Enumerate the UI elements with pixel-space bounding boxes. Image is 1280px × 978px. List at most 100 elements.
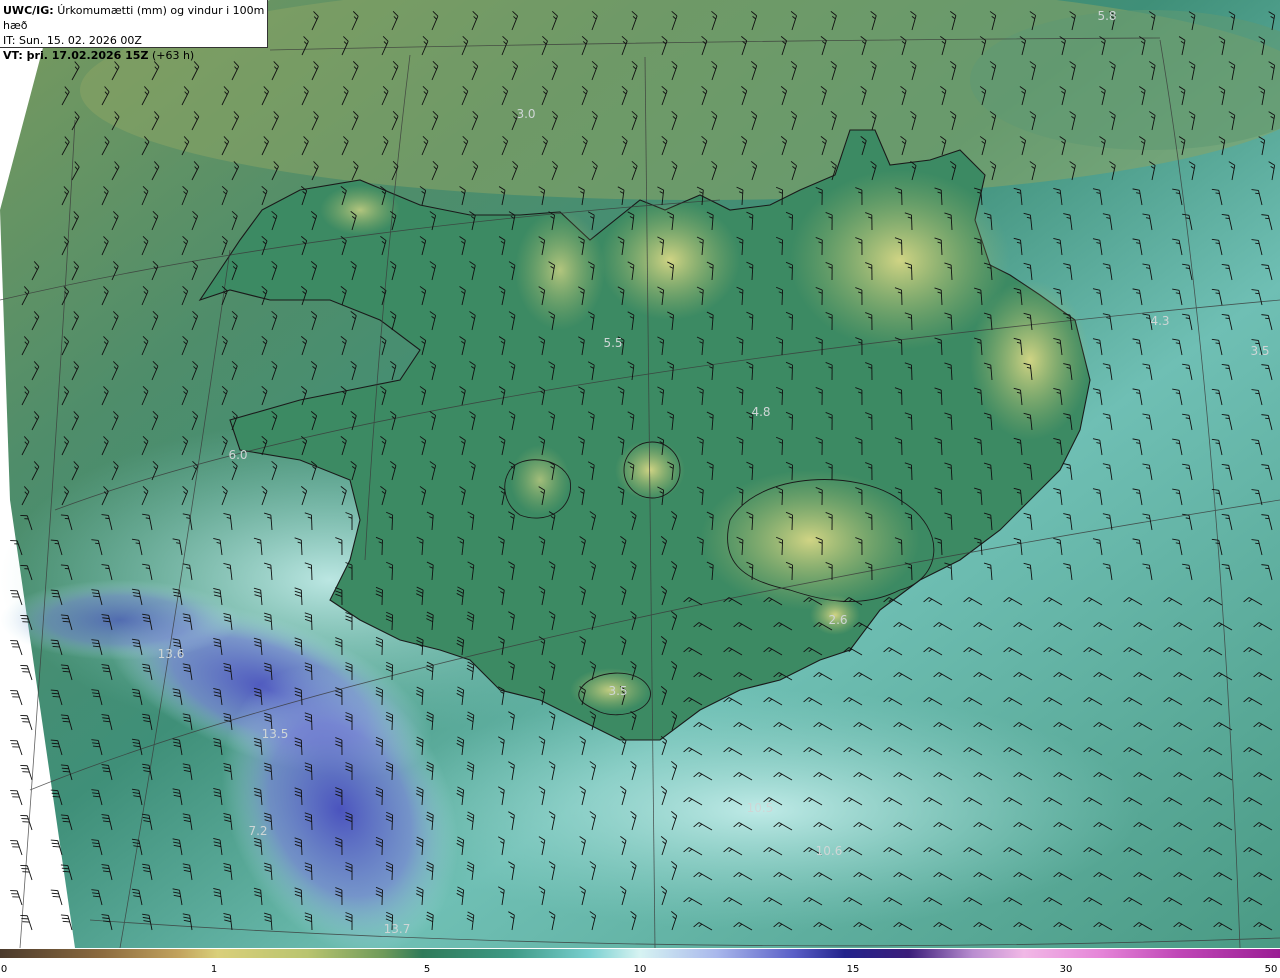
wind-barb-feather (1225, 217, 1230, 220)
wind-barb-feather (61, 867, 69, 870)
highland-north (600, 200, 740, 320)
wind-barb-shaft (16, 690, 23, 706)
wind-barb-feather (1225, 317, 1230, 320)
map-label: 6.0 (228, 448, 248, 462)
valid-time-line: VT: þri. 17.02.2026 15Z (+63 h) (3, 48, 267, 63)
wind-barb-shaft (911, 264, 913, 281)
wind-barb-feather (1215, 342, 1220, 345)
wind-barb-shaft (310, 714, 313, 731)
wind-barb-shaft (911, 414, 913, 431)
wind-barb-feather (50, 739, 58, 742)
map-label: 5.5 (603, 336, 623, 350)
glacier-vatnajokull (700, 470, 920, 610)
wind-barb-feather (62, 820, 70, 823)
wind-barb-feather (51, 642, 59, 645)
wind-barb-shaft (911, 314, 913, 331)
wind-barb-feather (62, 920, 70, 923)
wind-barb-feather (1215, 442, 1220, 445)
colorbar: 0 1 5 10 15 30 50 (0, 948, 1280, 978)
highland-west (515, 210, 605, 330)
wind-barb-shaft (16, 640, 23, 656)
wind-barb-shaft (16, 840, 23, 856)
wind-barb-shaft (911, 214, 913, 231)
wind-barb-feather (62, 720, 70, 723)
wind-barb-feather (135, 542, 140, 544)
map-label: 10.5 (746, 801, 774, 815)
wind-barb-feather (61, 667, 69, 670)
wind-barb-feather (52, 745, 60, 748)
colorbar-tick: 0 (0, 964, 8, 975)
wind-barb-feather (60, 714, 68, 717)
wind-barb-feather (60, 614, 68, 617)
wind-barb-shaft (791, 214, 793, 231)
wind-barb-shaft (16, 740, 23, 756)
map-label: 5.8 (1097, 9, 1117, 23)
wind-barb-shaft (791, 514, 793, 531)
wind-barb-shaft (791, 264, 793, 281)
map-label: 7.2 (248, 824, 268, 838)
wind-barb-feather (50, 789, 58, 792)
map-canvas (0, 0, 1280, 948)
wind-barb-feather (52, 595, 60, 598)
wind-barb-feather (51, 892, 59, 895)
wind-barb-feather (61, 817, 69, 820)
wind-barb-feather (50, 839, 58, 842)
wind-barb-feather (52, 895, 60, 898)
wind-barb-shaft (781, 339, 784, 356)
map-label: 13.5 (261, 727, 289, 741)
wind-barb-feather (52, 645, 60, 648)
map-label: 13.6 (157, 647, 185, 661)
wind-barb-feather (52, 845, 60, 848)
wind-barb-shaft (791, 564, 793, 581)
wind-barb-shaft (781, 489, 784, 506)
wind-barb-shaft (781, 289, 784, 306)
wind-barb-feather (52, 695, 60, 698)
wind-barb-feather (60, 864, 68, 867)
wind-barb-feather (1225, 517, 1230, 520)
wind-barb-shaft (781, 239, 784, 256)
wind-barb-shaft (26, 715, 33, 731)
wind-barb-shaft (310, 914, 313, 931)
wind-barb-feather (1225, 417, 1230, 420)
wind-barb-feather (60, 814, 68, 817)
wind-barb-feather (60, 764, 68, 767)
colorbar-tick: 1 (210, 964, 218, 975)
map-label: 3.5 (608, 684, 628, 698)
wind-barb-feather (62, 620, 70, 623)
wind-barb-shaft (310, 614, 313, 631)
title-line: UWC/IG: Úrkomumætti (mm) og vindur i 100… (3, 3, 267, 33)
weather-map: 5.8 3.0 4.3 3.5 5.5 4.8 6.0 2.6 13.6 13.… (0, 0, 1280, 948)
valid-time: VT: þri. 17.02.2026 15Z (3, 49, 149, 62)
highland-east (970, 280, 1090, 440)
wind-barb-shaft (310, 564, 313, 581)
wind-barb-feather (60, 664, 68, 667)
wind-barb-shaft (391, 614, 394, 631)
wind-barb-shaft (391, 514, 394, 531)
wind-barb-feather (1215, 392, 1220, 395)
wind-barb-shaft (791, 314, 793, 331)
wind-barb-shaft (310, 514, 313, 531)
wind-barb-feather (1185, 267, 1190, 269)
wind-barb-feather (52, 795, 60, 798)
wind-barb-shaft (911, 564, 913, 581)
wind-barb-feather (1215, 192, 1220, 195)
colorbar-tick: 10 (633, 964, 647, 975)
map-label: 13.7 (383, 922, 411, 936)
wind-barb-shaft (781, 389, 784, 406)
wind-barb-shaft (911, 514, 913, 531)
wind-barb-feather (51, 842, 59, 845)
wind-barb-shaft (26, 865, 33, 881)
forecast-hour: (+63 h) (151, 49, 195, 62)
wind-barb-shaft (391, 664, 394, 681)
wind-barb-feather (1225, 267, 1230, 270)
map-label: 2.6 (828, 613, 848, 627)
wind-barb-feather (1185, 567, 1190, 569)
wind-barb-shaft (26, 915, 33, 931)
wind-barb-shaft (791, 414, 793, 431)
init-time: IT: Sun. 15. 02. 2026 00Z (3, 34, 142, 47)
wind-barb-feather (51, 592, 59, 595)
wind-barb-shaft (310, 814, 313, 831)
wind-barb-shaft (781, 189, 784, 206)
wind-barb-shaft (310, 764, 313, 781)
wind-barb-feather (50, 689, 58, 692)
